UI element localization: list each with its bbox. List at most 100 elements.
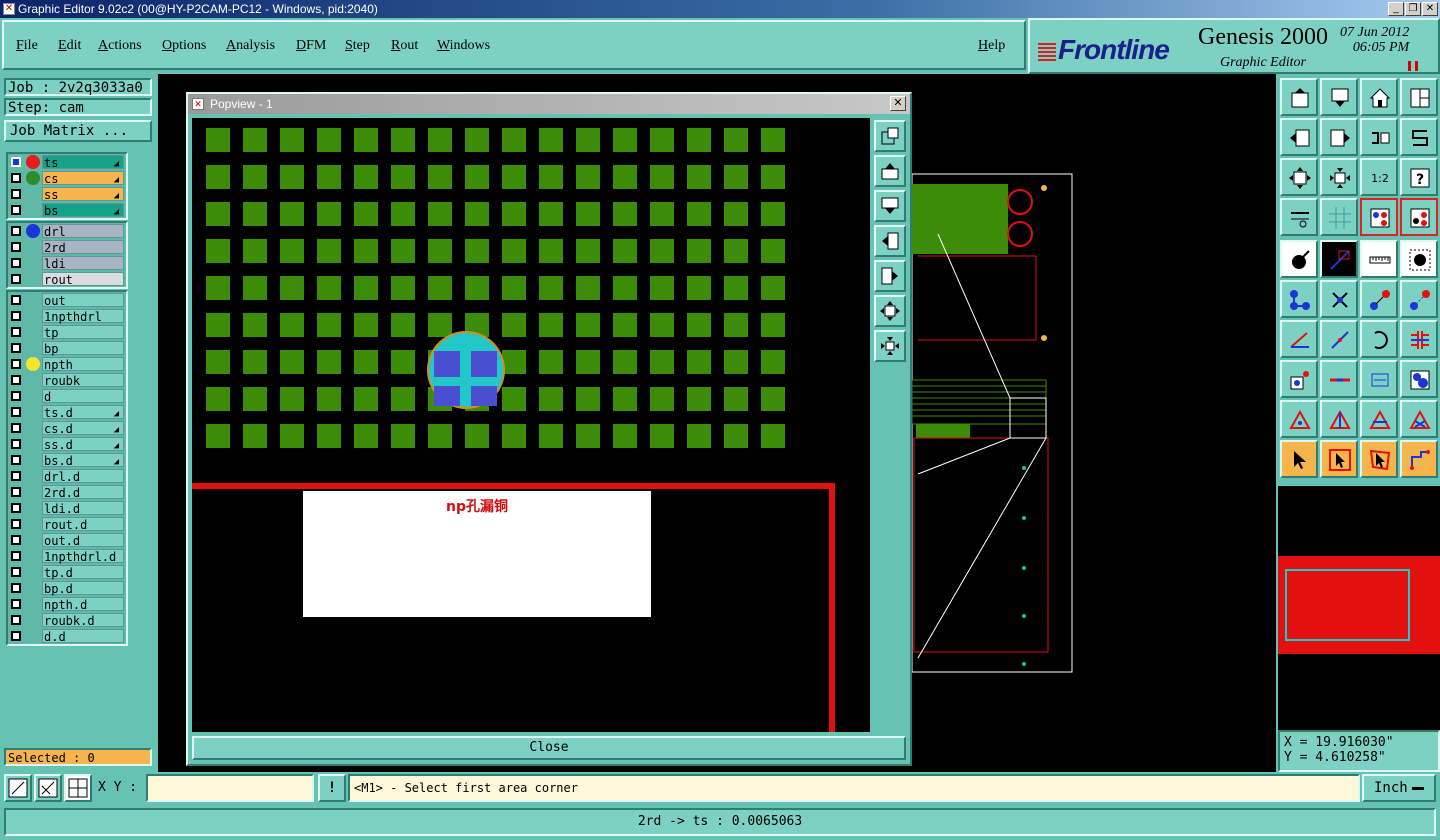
layer-color-indicator[interactable] (26, 171, 40, 185)
snap-corner-icon[interactable] (4, 774, 32, 802)
layer-name[interactable]: bs.d ◢ (42, 453, 124, 468)
layer-checkbox[interactable] (11, 487, 21, 497)
minimize-button[interactable]: _ (1388, 2, 1404, 16)
layer-row-ss-d[interactable]: ss.d ◢ (8, 436, 126, 452)
maximize-button[interactable]: ❐ (1405, 2, 1421, 16)
select-net-icon[interactable] (1400, 440, 1438, 478)
layer-row-npth-d[interactable]: npth.d (8, 596, 126, 612)
layer-color-indicator[interactable] (26, 597, 40, 611)
overview-minimap[interactable] (1278, 486, 1440, 730)
layer-name[interactable]: roubk.d (42, 613, 124, 628)
layer-name[interactable]: 2rd.d (42, 485, 124, 500)
layer-color-indicator[interactable] (26, 581, 40, 595)
layer-name[interactable]: out (42, 293, 124, 308)
triangle-pad-icon[interactable] (1320, 400, 1358, 438)
arc-icon[interactable] (1360, 320, 1398, 358)
job-matrix-button[interactable]: Job Matrix ... (4, 120, 152, 142)
layer-color-indicator[interactable] (26, 437, 40, 451)
layer-row-d[interactable]: d (8, 388, 126, 404)
layer-checkbox[interactable] (11, 503, 21, 513)
triangle-cross-icon[interactable] (1400, 400, 1438, 438)
select-arrow-icon[interactable] (1280, 440, 1318, 478)
layer-name[interactable]: npth (42, 357, 124, 372)
layer-name[interactable]: d (42, 389, 124, 404)
layer-name[interactable]: ldi (42, 256, 124, 271)
layer-checkbox[interactable] (11, 327, 21, 337)
layer-color-indicator[interactable] (26, 485, 40, 499)
connect-pads-icon[interactable] (1280, 280, 1318, 318)
zoom-center-icon[interactable] (1320, 158, 1358, 196)
popview-close-icon[interactable]: ✕ (890, 96, 906, 111)
layer-checkbox[interactable] (11, 295, 21, 305)
layer-color-indicator[interactable] (26, 453, 40, 467)
popview-pan-right-button[interactable] (874, 260, 906, 292)
units-dropdown[interactable]: Inch (1362, 774, 1436, 802)
menu-rout[interactable]: Rout (391, 38, 418, 54)
layer-color-indicator[interactable] (26, 373, 40, 387)
scale-1-2-icon[interactable]: 1:2 (1360, 158, 1398, 196)
layer-name[interactable]: ss ◢ (42, 187, 124, 202)
layer-row-2rd[interactable]: 2rd (8, 239, 126, 255)
layer-name[interactable]: bp.d (42, 581, 124, 596)
layer-checkbox[interactable] (11, 343, 21, 353)
layer-name[interactable]: 1npthdrl (42, 309, 124, 324)
zoom-home-icon[interactable] (1280, 78, 1318, 116)
layer-row-out-d[interactable]: out.d (8, 532, 126, 548)
move-pad-icon[interactable] (1360, 280, 1398, 318)
menu-analysis[interactable]: Analysis (226, 38, 275, 54)
layer-name[interactable]: cs ◢ (42, 171, 124, 186)
layer-name[interactable]: d.d (42, 629, 124, 644)
layer-color-indicator[interactable] (26, 325, 40, 339)
layer-row-cs[interactable]: cs ◢ (8, 170, 126, 186)
snap-pad-icon[interactable] (1360, 198, 1398, 236)
layer-color-indicator[interactable] (26, 224, 40, 238)
popview-zoom-out-button[interactable] (874, 330, 906, 362)
popview-pan-up-button[interactable] (874, 155, 906, 187)
triangle-line-icon[interactable] (1360, 400, 1398, 438)
layer-color-indicator[interactable] (26, 256, 40, 270)
popview-canvas[interactable]: np孔漏铜 (192, 118, 870, 732)
snap-connect-icon[interactable] (1400, 198, 1438, 236)
layer-name[interactable]: ldi.d (42, 501, 124, 516)
split-line-icon[interactable] (1400, 320, 1438, 358)
layer-checkbox[interactable] (11, 258, 21, 268)
layer-checkbox[interactable] (11, 311, 21, 321)
layer-row-npth[interactable]: npth (8, 356, 126, 372)
layer-color-indicator[interactable] (26, 421, 40, 435)
layer-color-indicator[interactable] (26, 469, 40, 483)
layer-row-1npthdrl-d[interactable]: 1npthdrl.d (8, 548, 126, 564)
layer-checkbox[interactable] (11, 471, 21, 481)
layer-row-bp[interactable]: bp (8, 340, 126, 356)
layer-checkbox[interactable] (11, 439, 21, 449)
select-box-icon[interactable] (1320, 440, 1358, 478)
layer-color-indicator[interactable] (26, 405, 40, 419)
layer-checkbox[interactable] (11, 242, 21, 252)
layer-checkbox[interactable] (11, 205, 21, 215)
layer-color-indicator[interactable] (26, 155, 40, 169)
settings-tools-icon[interactable] (1280, 198, 1318, 236)
layer-color-indicator[interactable] (26, 187, 40, 201)
layer-name[interactable]: roubk (42, 373, 124, 388)
layer-row-bs[interactable]: bs ◢ (8, 202, 126, 218)
layer-name[interactable]: cs.d ◢ (42, 421, 124, 436)
layer-checkbox[interactable] (11, 173, 21, 183)
layer-checkbox[interactable] (11, 567, 21, 577)
triangle-select-icon[interactable] (1280, 400, 1318, 438)
layer-row-rout-d[interactable]: rout.d (8, 516, 126, 532)
layer-row-cs-d[interactable]: cs.d ◢ (8, 420, 126, 436)
ruler-icon[interactable] (1360, 240, 1398, 278)
menu-options[interactable]: Options (162, 38, 206, 54)
layer-color-indicator[interactable] (26, 293, 40, 307)
layer-color-indicator[interactable] (26, 357, 40, 371)
layer-name[interactable]: drl.d (42, 469, 124, 484)
layer-checkbox[interactable] (11, 519, 21, 529)
draw-line-icon[interactable] (1320, 320, 1358, 358)
popview-pan-down-button[interactable] (874, 190, 906, 222)
layer-checkbox[interactable] (11, 423, 21, 433)
layer-color-indicator[interactable] (26, 501, 40, 515)
menu-help[interactable]: Help (978, 38, 1005, 54)
help-icon[interactable]: ? (1400, 158, 1438, 196)
layer-row-bp-d[interactable]: bp.d (8, 580, 126, 596)
popview-zoom-in-button[interactable] (874, 295, 906, 327)
pan-left-icon[interactable] (1280, 118, 1318, 156)
